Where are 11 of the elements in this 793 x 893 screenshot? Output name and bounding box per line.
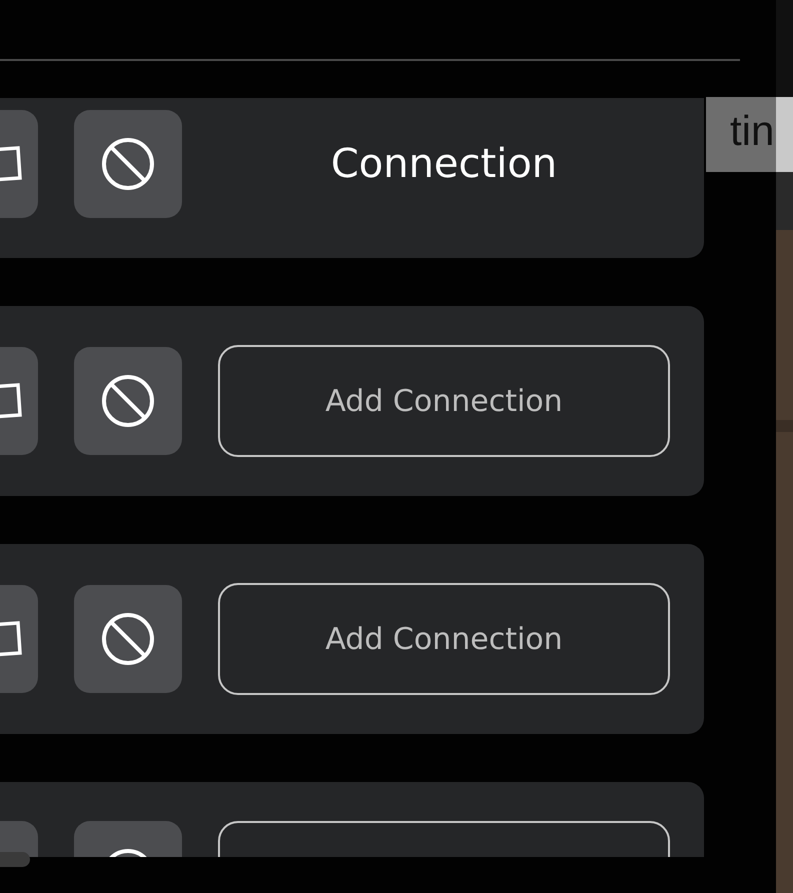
background-heading: tin (730, 106, 774, 156)
scrollbar-thumb[interactable] (0, 852, 30, 867)
add-connection-button[interactable]: Add Connection (218, 583, 670, 695)
ban-icon (101, 612, 155, 666)
block-button[interactable] (74, 347, 182, 455)
add-connection-button[interactable]: Add Connection (218, 345, 670, 457)
ban-icon (101, 374, 155, 428)
block-button[interactable] (74, 585, 182, 693)
block-button[interactable] (74, 110, 182, 218)
connection-label: Connection (330, 141, 558, 187)
ban-icon (101, 137, 155, 191)
